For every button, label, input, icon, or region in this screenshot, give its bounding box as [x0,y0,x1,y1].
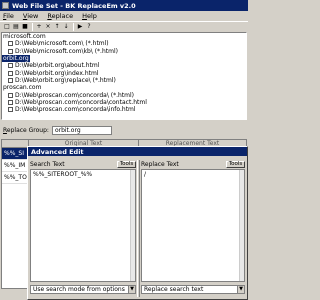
tree-item[interactable]: D:\Web\microsoft.com\kb\ (*.html) [2,48,246,55]
app-icon [2,2,9,9]
run-icon[interactable]: ▶ [76,23,84,31]
group-label: proscan.com [3,84,42,92]
open-icon[interactable]: ▤ [12,23,20,31]
toolbar: □ ▤ ■ + × ↑ ↓ ▶ ? [0,21,248,31]
menu-replace[interactable]: Replace [47,12,73,20]
item-path: D:\Web\orbit.org\index.html [15,69,99,77]
replace-text-label: Replace Text [141,160,179,168]
item-checkbox[interactable] [8,107,13,113]
replace-mode-value: Replace search text [144,286,204,293]
title-bar: Web File Set - BK ReplaceEm v2.0 [0,0,248,11]
file-set-tree[interactable]: microsoft.com D:\Web\microsoft.com\ (*.h… [1,32,247,120]
chevron-down-icon[interactable]: ▼ [128,286,135,293]
item-checkbox[interactable] [8,77,13,83]
tree-item[interactable]: D:\Web\orbit.org\about.html [2,62,246,69]
replace-group-label: Replace Group: [3,126,49,134]
advanced-edit-window: Advanced Edit Search Text Tools %%_SITER… [27,146,248,300]
search-mode-value: Use search mode from options [33,286,125,293]
help-icon[interactable]: ? [85,23,93,31]
item-path: D:\Web\proscan.com\concorda\contact.html [15,98,147,106]
search-tools-button[interactable]: Tools [117,160,136,168]
tree-item[interactable]: D:\Web\orbit.org\index.html [2,69,246,77]
replace-group-field[interactable]: orbit.org [51,125,112,135]
search-text-value: %%_SITEROOT_%% [33,171,93,178]
search-text-label: Search Text [30,160,65,168]
item-path: D:\Web\orbit.org\about.html [15,62,100,70]
tree-item[interactable]: D:\Web\microsoft.com\ (*.html) [2,40,246,47]
search-scrollbar[interactable] [130,170,135,281]
replace-group-row: Replace Group: orbit.org [0,124,248,136]
item-path: D:\Web\proscan.com\concorda\ (*.html) [15,91,135,99]
menu-help[interactable]: Help [82,12,97,20]
group-label: microsoft.com [3,33,46,41]
item-checkbox[interactable] [8,70,13,76]
window-title: Web File Set - BK ReplaceEm v2.0 [12,1,136,10]
pane-splitter[interactable] [137,160,140,297]
menu-bar: File View Replace Help [0,11,248,21]
tree-group-selected[interactable]: orbit.org [2,55,246,63]
move-up-icon[interactable]: ↑ [53,23,61,31]
search-mode-select[interactable]: Use search mode from options ▼ [30,285,136,294]
grid-row[interactable]: %%_SI [2,148,29,160]
item-checkbox[interactable] [8,48,13,54]
chevron-down-icon[interactable]: ▼ [237,286,244,293]
grid-header-blank [2,140,29,147]
replace-pane-header: Replace Text Tools [141,160,245,168]
item-path: D:\Web\microsoft.com\ (*.html) [15,40,109,48]
tree-item[interactable]: D:\Web\proscan.com\concorda\ (*.html) [2,91,246,99]
tree-item[interactable]: D:\Web\proscan.com\concorda\info.html [2,106,246,113]
group-label: orbit.org [2,55,30,63]
item-path: D:\Web\microsoft.com\kb\ (*.html) [15,47,118,55]
add-icon[interactable]: + [35,23,43,31]
menu-view[interactable]: View [23,12,38,20]
replace-text-value: / [144,171,147,178]
search-pane: Search Text Tools %%_SITEROOT_%% Use sea… [30,160,136,297]
replace-scrollbar[interactable] [239,170,244,281]
item-path: D:\Web\proscan.com\concorda\info.html [15,106,136,114]
tree-item[interactable]: D:\Web\orbit.org\replace\ (*.html) [2,77,246,84]
delete-icon[interactable]: × [44,23,52,31]
item-checkbox[interactable] [8,99,13,105]
search-text-area[interactable]: %%_SITEROOT_%% [30,169,136,282]
replace-mode-select[interactable]: Replace search text ▼ [141,285,245,294]
tree-group[interactable]: proscan.com [2,84,246,91]
new-icon[interactable]: □ [3,23,11,31]
search-pane-header: Search Text Tools [30,160,136,168]
menu-file[interactable]: File [3,12,14,20]
tree-item[interactable]: D:\Web\proscan.com\concorda\contact.html [2,99,246,106]
replace-text-area[interactable]: / [141,169,245,282]
toolbar-separator [73,22,74,31]
item-checkbox[interactable] [8,41,13,47]
tree-group[interactable]: microsoft.com [2,33,246,40]
save-icon[interactable]: ■ [21,23,29,31]
advanced-edit-title: Advanced Edit [28,147,247,156]
toolbar-separator [32,22,33,31]
item-path: D:\Web\orbit.org\replace\ (*.html) [15,76,116,84]
move-down-icon[interactable]: ↓ [62,23,70,31]
replace-pane: Replace Text Tools / Replace search text… [141,160,245,297]
item-checkbox[interactable] [8,63,13,69]
replace-tools-button[interactable]: Tools [226,160,245,168]
item-checkbox[interactable] [8,92,13,98]
